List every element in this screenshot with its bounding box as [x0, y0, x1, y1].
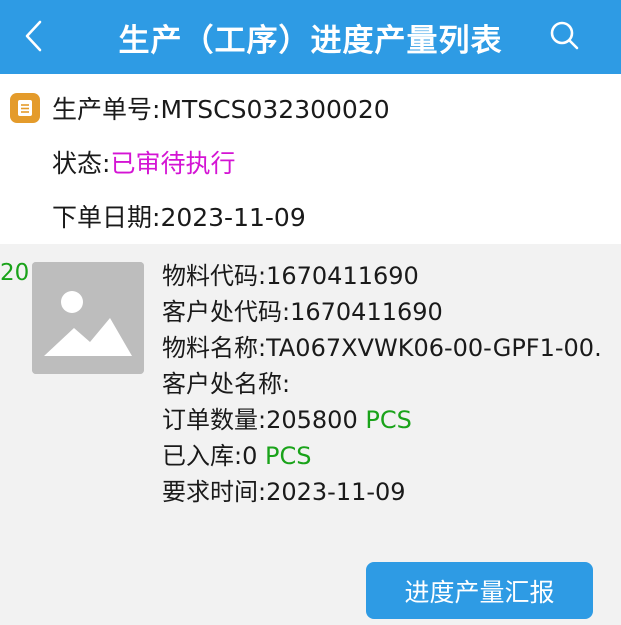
page-title: 生产（工序）进度产量列表 [118, 22, 503, 59]
order-number-value: MTSCS032300020 [160, 95, 390, 124]
order-quantity: 订单数量:205800 PCS [162, 402, 602, 438]
required-time-label: 要求时间: [162, 478, 267, 506]
item-details: 物料代码:1670411690 客户处代码:1670411690 物料名称:TA… [162, 258, 602, 510]
app-header: 生产（工序）进度产量列表 [0, 0, 621, 74]
image-placeholder-icon [32, 262, 144, 374]
stocked-quantity: 已入库:0 PCS [162, 438, 602, 474]
order-quantity-value: 205800 [266, 406, 358, 434]
list-item[interactable]: 20 物料代码:1670411690 客户处代码:1670411690 物料名称… [0, 244, 621, 625]
order-number: 生产单号:MTSCS032300020 [52, 90, 390, 126]
material-name: 物料名称:TA067XVWK06-00-GPF1-00. [162, 330, 602, 366]
order-status-value: 已审待执行 [110, 149, 236, 178]
item-index: 20 [0, 260, 30, 286]
customer-code-value: 1670411690 [290, 298, 443, 326]
order-status: 状态:已审待执行 [52, 144, 235, 180]
order-quantity-unit: PCS [365, 406, 412, 434]
back-button[interactable] [14, 14, 54, 58]
order-date-label: 下单日期: [52, 203, 161, 232]
required-time: 要求时间:2023-11-09 [162, 474, 602, 510]
material-name-value: TA067XVWK06-00-GPF1-00. [266, 334, 602, 362]
customer-name-label: 客户处名称: [162, 370, 291, 398]
customer-code: 客户处代码:1670411690 [162, 294, 602, 330]
document-icon [10, 93, 40, 123]
order-date-value: 2023-11-09 [160, 203, 306, 232]
required-time-value: 2023-11-09 [266, 478, 406, 506]
order-quantity-label: 订单数量: [162, 406, 267, 434]
search-icon [550, 21, 579, 50]
search-button[interactable] [543, 14, 587, 58]
order-info: 生产单号:MTSCS032300020 状态:已审待执行 下单日期:2023-1… [0, 74, 621, 244]
customer-name: 客户处名称: [162, 366, 602, 402]
order-number-label: 生产单号: [52, 95, 161, 124]
stocked-quantity-value: 0 [242, 442, 258, 470]
stocked-quantity-unit: PCS [265, 442, 312, 470]
customer-code-label: 客户处代码: [162, 298, 291, 326]
stocked-quantity-label: 已入库: [162, 442, 243, 470]
material-code: 物料代码:1670411690 [162, 258, 602, 294]
chevron-left-icon [25, 20, 42, 52]
material-code-label: 物料代码: [162, 262, 267, 290]
order-date: 下单日期:2023-11-09 [52, 198, 306, 234]
material-name-label: 物料名称: [162, 334, 267, 362]
material-code-value: 1670411690 [266, 262, 419, 290]
order-status-label: 状态: [52, 149, 111, 178]
report-progress-button[interactable]: 进度产量汇报 [366, 562, 593, 619]
